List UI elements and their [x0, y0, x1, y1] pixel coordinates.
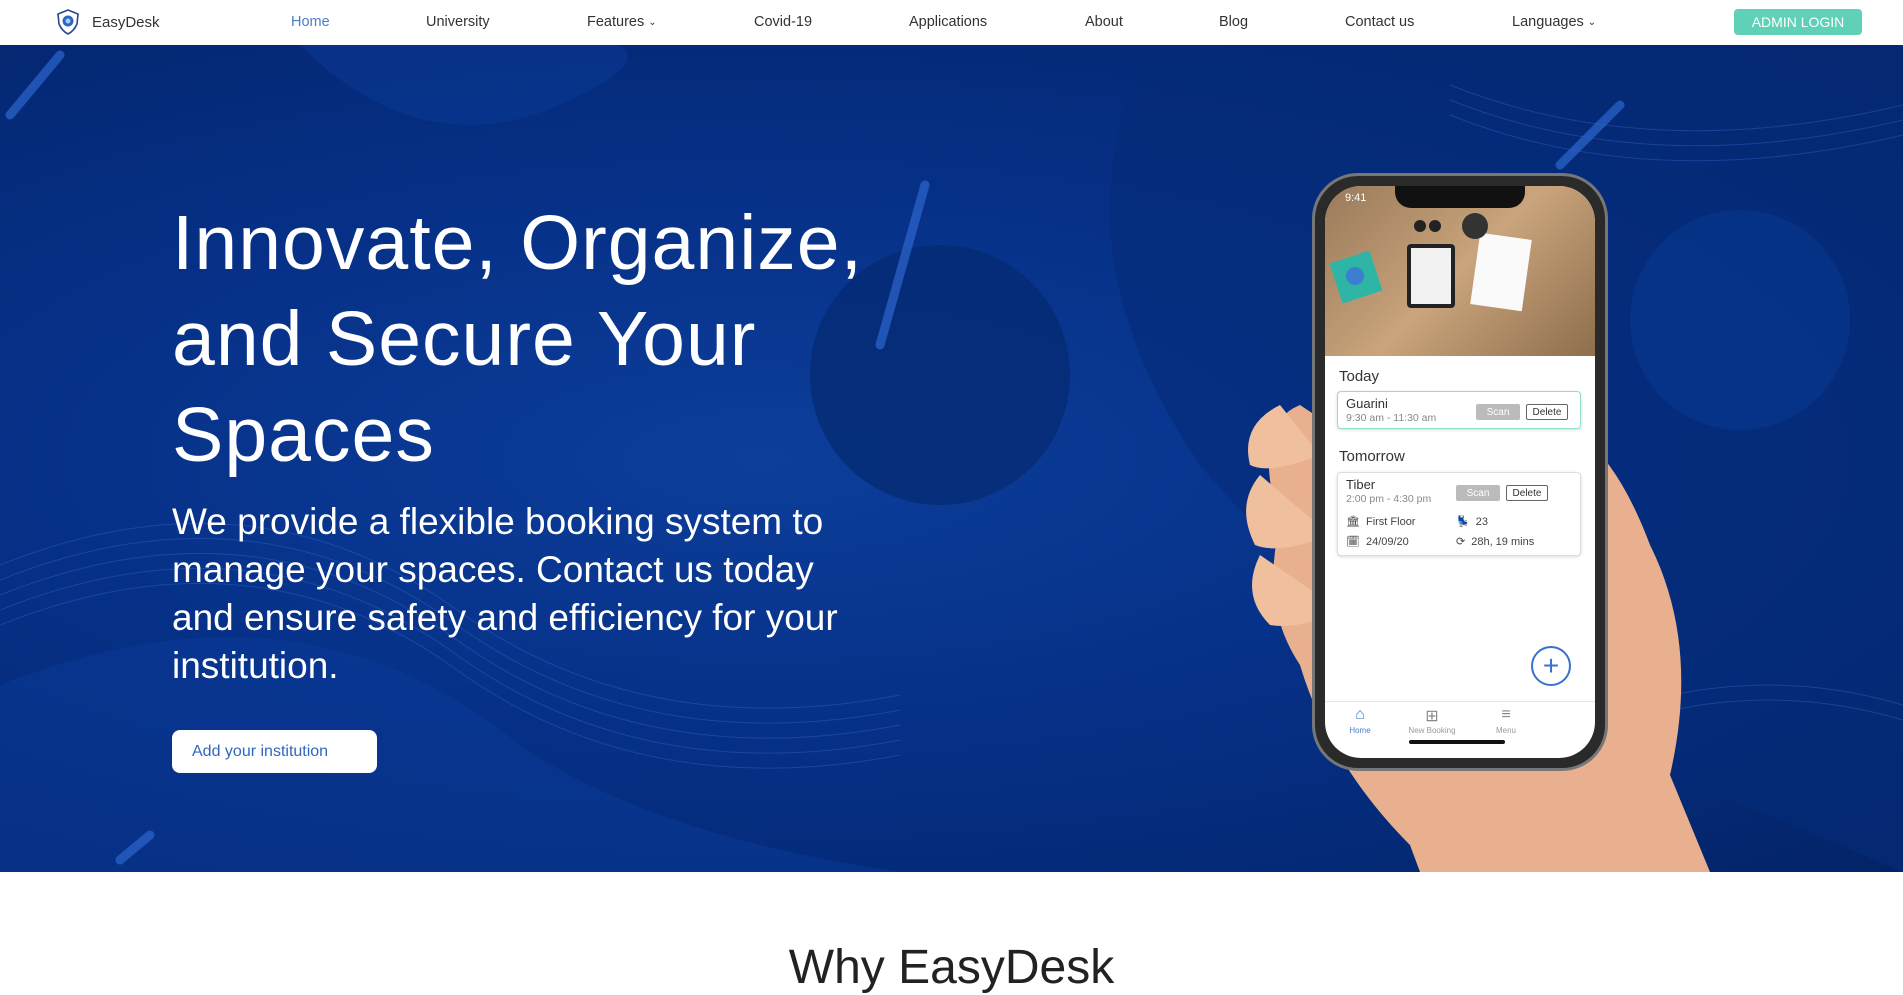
duration-detail: ⟳ 28h, 19 mins [1456, 535, 1535, 549]
admin-login-button[interactable]: ADMIN LOGIN [1734, 9, 1862, 35]
seat-text: 23 [1475, 515, 1488, 528]
add-institution-button[interactable]: Add your institution [172, 730, 377, 773]
nav-languages-label: Languages [1512, 14, 1584, 30]
date-detail: 🗓 24/09/20 [1346, 535, 1409, 549]
tab-home[interactable]: ⌂ Home [1325, 706, 1395, 735]
nav-applications[interactable]: Applications [909, 14, 987, 30]
delete-button[interactable]: Delete [1506, 485, 1548, 501]
nav-blog[interactable]: Blog [1219, 14, 1248, 30]
building-icon: 🏛 [1346, 516, 1360, 528]
brand[interactable]: EasyDesk [56, 9, 160, 35]
desk-items-graphic [1329, 213, 1532, 312]
seat-icon: 💺 [1456, 516, 1470, 528]
seat-detail: 💺 23 [1456, 515, 1488, 529]
phone-screen: 9:41 Today Guarini 9:30 am - 11:30 am Sc… [1325, 186, 1595, 758]
duration-text: 28h, 19 mins [1471, 535, 1535, 548]
booking-name: Tiber [1346, 477, 1376, 492]
nav-home[interactable]: Home [291, 14, 330, 30]
navbar: EasyDesk Home University Features ⌄ Covid… [0, 0, 1903, 45]
booking-time: 9:30 am - 11:30 am [1346, 412, 1437, 424]
menu-icon: ≡ [1501, 706, 1511, 723]
date-text: 24/09/20 [1365, 535, 1409, 548]
phone-mockup: 9:41 Today Guarini 9:30 am - 11:30 am Sc… [1312, 173, 1608, 771]
hero-subtitle: We provide a flexible booking system to … [172, 501, 838, 686]
home-indicator [1409, 740, 1505, 744]
tomorrow-label: Tomorrow [1339, 448, 1405, 465]
booking-name: Guarini [1346, 396, 1388, 411]
timer-icon: ⟳ [1456, 536, 1466, 548]
calendar-icon: 🗓 [1346, 536, 1360, 548]
floor-text: First Floor [1365, 515, 1416, 528]
nav-about[interactable]: About [1085, 14, 1123, 30]
desk-photo [1325, 186, 1595, 356]
floor-detail: 🏛 First Floor [1346, 515, 1416, 529]
tab-menu-label: Menu [1495, 726, 1516, 735]
scan-button[interactable]: Scan [1456, 485, 1500, 501]
plus-square-icon: ⊞ [1425, 708, 1439, 725]
home-icon: ⌂ [1355, 706, 1365, 723]
scan-button[interactable]: Scan [1476, 404, 1520, 420]
hero-title: Innovate, Organize, and Secure Your Spac… [172, 200, 864, 478]
nav-covid-19[interactable]: Covid-19 [754, 14, 812, 30]
tab-menu[interactable]: ≡ Menu [1471, 706, 1541, 735]
nav-contact-us[interactable]: Contact us [1345, 14, 1414, 30]
tab-new-booking[interactable]: ⊞ New Booking [1397, 706, 1467, 735]
brand-name: EasyDesk [92, 13, 160, 31]
hero-section: Innovate, Organize, and Secure Your Spac… [0, 45, 1903, 872]
tomorrow-booking-card[interactable]: Tiber 2:00 pm - 4:30 pm Scan Delete 🏛 Fir… [1337, 472, 1581, 556]
nav-features-label: Features [587, 14, 645, 30]
easydesk-logo-icon [57, 9, 79, 35]
nav-languages[interactable]: Languages ⌄ [1512, 14, 1596, 30]
tab-home-label: Home [1349, 726, 1371, 735]
chevron-down-icon: ⌄ [648, 17, 657, 28]
chevron-down-icon: ⌄ [1587, 17, 1597, 28]
why-easydesk-title: Why EasyDesk [788, 941, 1115, 994]
nav-university[interactable]: University [426, 14, 490, 30]
status-time: 9:41 [1345, 192, 1367, 204]
phone-notch [1395, 186, 1525, 208]
today-label: Today [1339, 368, 1380, 385]
delete-button[interactable]: Delete [1526, 404, 1568, 420]
booking-time: 2:00 pm - 4:30 pm [1346, 493, 1432, 505]
add-booking-fab[interactable]: + [1531, 646, 1571, 686]
nav-features[interactable]: Features ⌄ [587, 14, 657, 30]
tab-new-booking-label: New Booking [1408, 726, 1456, 735]
today-booking-card[interactable]: Guarini 9:30 am - 11:30 am Scan Delete [1337, 391, 1581, 429]
